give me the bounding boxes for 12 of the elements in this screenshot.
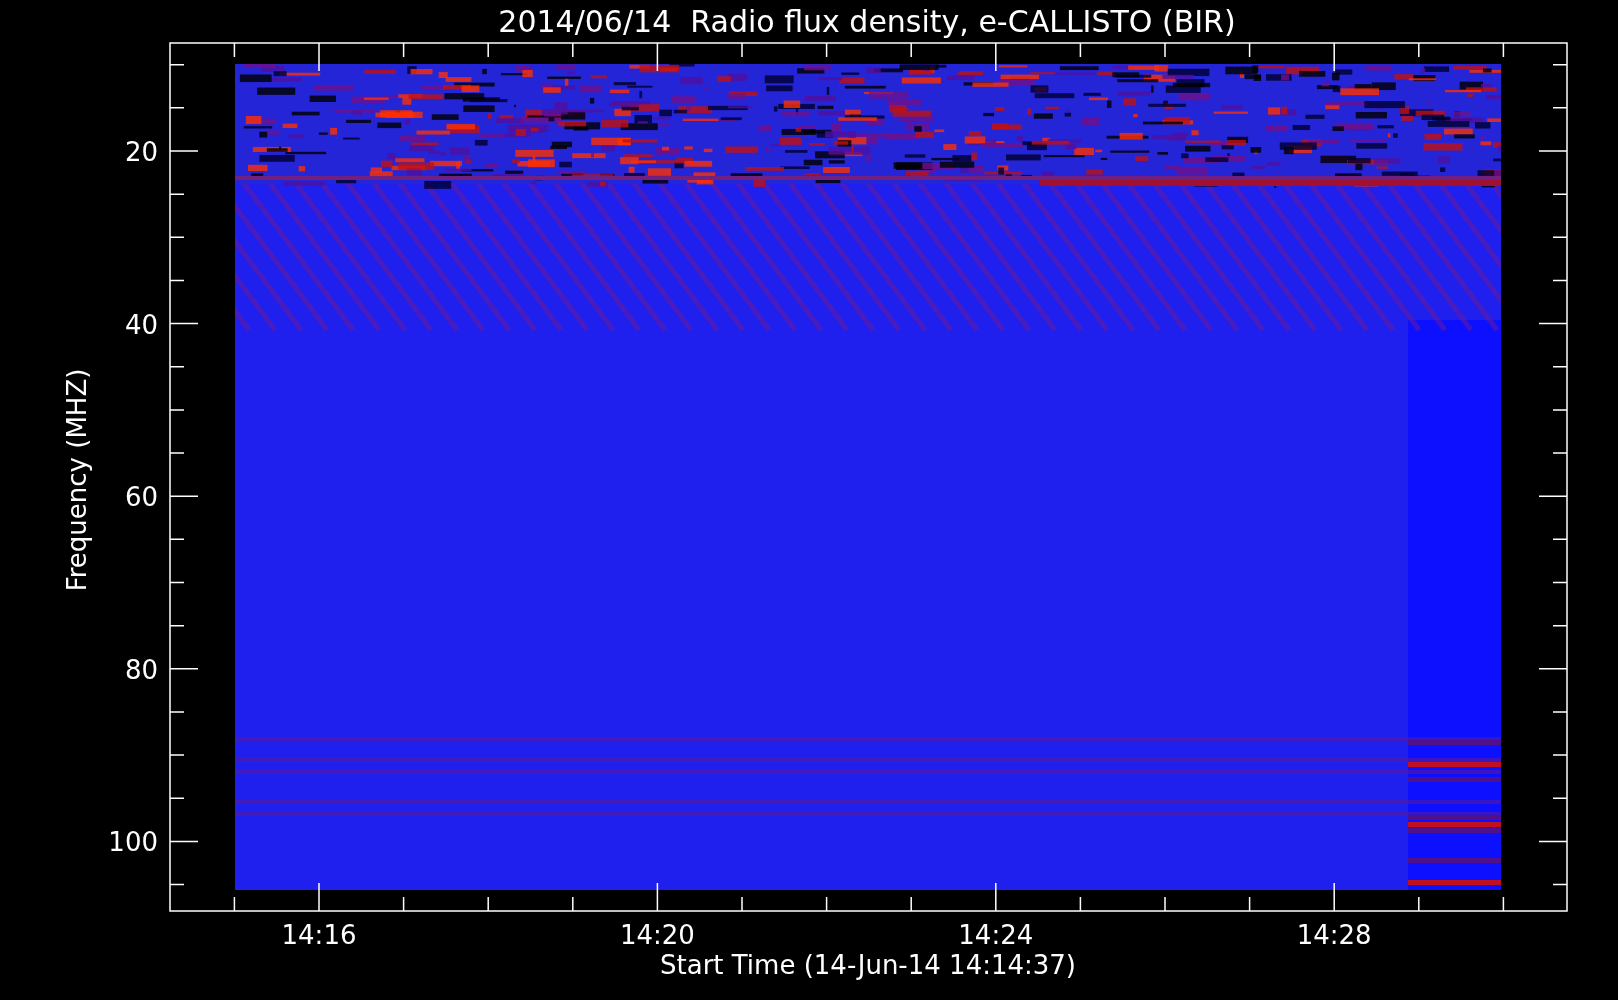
x-axis-label: Start Time (14-Jun-14 14:14:37) (660, 950, 1076, 980)
y-tick-label: 20 (124, 137, 158, 167)
y-axis-label: Frequency (MHZ) (62, 368, 92, 592)
chart-title: 2014/06/14 Radio flux density, e-CALLISTO (BIR) (498, 4, 1236, 39)
y-tick-label: 40 (124, 309, 158, 340)
x-tick-label: 14:16 (281, 920, 357, 950)
y-tick-label: 80 (124, 654, 158, 685)
y-tick-label: 60 (124, 482, 158, 513)
x-tick-label: 14:24 (958, 920, 1034, 950)
y-tick-label: 100 (108, 827, 158, 858)
x-tick-label: 14:28 (1296, 920, 1372, 950)
x-tick-label: 14:20 (619, 920, 695, 950)
